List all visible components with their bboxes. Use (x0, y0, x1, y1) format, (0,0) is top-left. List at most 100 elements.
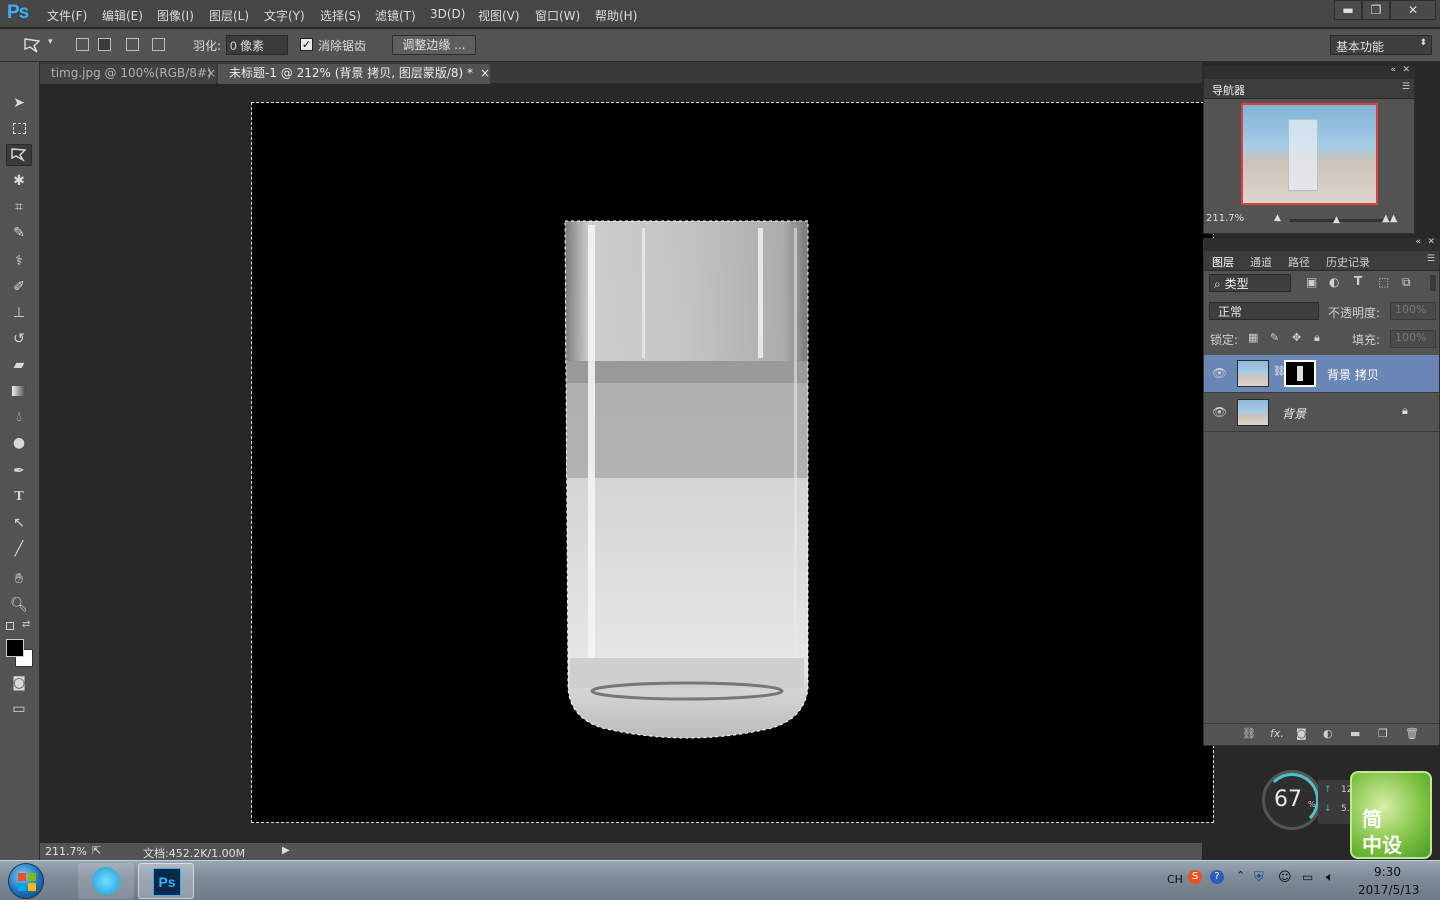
menu-edit[interactable]: 编辑(E) (102, 7, 143, 24)
magic-wand-tool-icon[interactable]: ✱ (6, 170, 32, 192)
tab-paths[interactable]: 路径 (1288, 254, 1310, 270)
tab-channels[interactable]: 通道 (1250, 254, 1272, 270)
tab-untitled[interactable]: 未标题-1 @ 212% (背景 拷贝, 图层蒙版/8) * × (218, 64, 490, 84)
subtract-selection-icon[interactable] (126, 38, 139, 51)
language-indicator[interactable]: CH (1167, 873, 1183, 886)
security-shield-icon[interactable]: ⛨ (1254, 870, 1264, 885)
navigator-thumbnail[interactable] (1241, 103, 1378, 205)
speed-widget[interactable]: 67 % (1262, 770, 1322, 830)
panel-menu-icon[interactable]: ☰ (1402, 82, 1410, 92)
filter-type-icon[interactable]: T (1354, 274, 1362, 288)
dodge-tool-icon[interactable]: ● (6, 432, 32, 454)
healing-brush-tool-icon[interactable]: ⚕ (6, 250, 32, 272)
lock-image-icon[interactable]: ✎ (1270, 331, 1279, 344)
preset-dropdown-icon[interactable]: ▾ (48, 37, 53, 47)
layer-row-background-copy[interactable]: 👁︎ ⛓︎ 背景 拷贝 (1204, 355, 1439, 393)
zoom-tool-icon[interactable]: 🔍︎ (6, 594, 32, 616)
tray-expand-icon[interactable]: ⌃ (1236, 869, 1245, 882)
new-group-icon[interactable]: ▬ (1350, 727, 1360, 740)
minimize-button[interactable]: ▬ (1334, 0, 1362, 20)
line-tool-icon[interactable]: ╱ (6, 538, 32, 560)
zoom-out-icon[interactable]: ▲ (1274, 213, 1281, 223)
tab-navigator[interactable]: 导航器 (1212, 82, 1245, 98)
layer-mask-thumbnail[interactable] (1284, 360, 1316, 387)
zoom-slider-track[interactable] (1290, 219, 1394, 222)
close-window-button[interactable]: ✕ (1390, 0, 1436, 20)
menu-image[interactable]: 图像(I) (157, 7, 194, 24)
polygonal-lasso-preset-icon[interactable] (22, 35, 44, 55)
foreground-color-swatch[interactable] (6, 639, 24, 657)
clock-date[interactable]: 2017/5/13 (1358, 883, 1420, 897)
menu-view[interactable]: 视图(V) (478, 7, 520, 24)
status-menu-icon[interactable]: ▶ (282, 845, 290, 856)
workspace-select[interactable]: 基本功能 ⬍ (1330, 35, 1432, 55)
filter-adjustment-icon[interactable]: ◐ (1329, 275, 1339, 289)
eyedropper-tool-icon[interactable]: ✎ (6, 222, 32, 244)
menu-type[interactable]: 文字(Y) (264, 7, 305, 24)
add-selection-icon[interactable] (98, 38, 111, 51)
marquee-tool-icon[interactable] (6, 118, 32, 140)
menu-window[interactable]: 窗口(W) (535, 7, 580, 24)
pen-tool-icon[interactable]: ✒ (6, 460, 32, 482)
export-icon[interactable]: ⇱ (92, 844, 101, 857)
close-tab-icon[interactable]: × (480, 64, 490, 83)
lock-position-icon[interactable]: ✥ (1292, 331, 1301, 344)
panel-collapse-bar[interactable]: « ✕ (1204, 65, 1414, 79)
close-panel-icon[interactable]: ✕ (1402, 65, 1410, 75)
refine-edge-button[interactable]: 调整边缘 ... (392, 35, 476, 55)
visibility-eye-icon[interactable]: 👁︎ (1212, 366, 1227, 380)
collapse-icon[interactable]: « (1415, 237, 1421, 247)
quick-mask-icon[interactable]: ◙ (6, 672, 32, 694)
menu-filter[interactable]: 滤镜(T) (375, 7, 416, 24)
qq-icon[interactable]: ☺ (1278, 870, 1292, 885)
menu-select[interactable]: 选择(S) (320, 7, 361, 24)
help-icon[interactable]: ? (1210, 870, 1224, 884)
screen-mode-icon[interactable]: ▭ (6, 698, 32, 720)
lock-all-icon[interactable]: 🔒︎ (1314, 331, 1320, 345)
fx-icon[interactable]: fx. (1270, 727, 1284, 740)
filter-kind-select[interactable]: ⌕ 类型 (1209, 274, 1291, 292)
feather-input[interactable] (226, 35, 288, 55)
new-layer-icon[interactable]: ❐ (1378, 727, 1388, 740)
sogou-icon[interactable]: S (1188, 870, 1202, 884)
close-panel-icon[interactable]: ✕ (1427, 237, 1435, 247)
filter-toggle[interactable] (1430, 275, 1436, 291)
blur-tool-icon[interactable]: 💧︎ (6, 406, 32, 428)
history-brush-tool-icon[interactable]: ↺ (6, 328, 32, 350)
zoom-readout[interactable]: 211.7% (45, 845, 87, 858)
zoom-slider-thumb[interactable]: ▲ (1333, 215, 1340, 225)
default-colors-icon[interactable] (6, 622, 14, 630)
lock-transparent-icon[interactable]: ▦ (1248, 331, 1258, 344)
tab-history[interactable]: 历史记录 (1326, 254, 1370, 270)
intersect-selection-icon[interactable] (152, 38, 165, 51)
filter-shape-icon[interactable]: ⬚ (1378, 275, 1389, 289)
menu-layer[interactable]: 图层(L) (209, 7, 249, 24)
menu-help[interactable]: 帮助(H) (595, 7, 637, 24)
antialias-checkbox[interactable]: ✓ (300, 38, 313, 51)
hand-tool-icon[interactable]: ✋︎ (6, 568, 32, 590)
layer-name[interactable]: 背景 (1282, 405, 1306, 422)
move-tool-icon[interactable]: ➤ (6, 92, 32, 114)
start-button[interactable] (8, 863, 44, 899)
filter-pixel-icon[interactable]: ▣ (1306, 275, 1317, 289)
link-layers-icon[interactable]: ⛓︎ (1242, 727, 1256, 740)
clock-time[interactable]: 9:30 (1374, 865, 1401, 879)
zoom-in-icon[interactable]: ▲▲ (1382, 213, 1397, 224)
swap-colors-icon[interactable]: ⇄ (22, 619, 30, 630)
clone-stamp-tool-icon[interactable]: ⊥ (6, 302, 32, 324)
type-tool-icon[interactable]: T (6, 486, 32, 508)
crop-tool-icon[interactable]: ⌗ (6, 196, 32, 218)
opacity-input[interactable]: 100% (1390, 302, 1436, 320)
jianzhongshe-badge[interactable]: 简 中设 (1350, 771, 1432, 859)
fill-input[interactable]: 100% (1390, 330, 1436, 348)
adjustment-layer-icon[interactable]: ◐ (1323, 727, 1333, 740)
filter-smart-object-icon[interactable]: ⧉ (1402, 275, 1411, 290)
layer-row-background[interactable]: 👁︎ 背景 🔒︎ (1204, 394, 1439, 432)
menu-3d[interactable]: 3D(D) (430, 7, 465, 21)
taskbar-photoshop-button[interactable]: Ps (138, 863, 194, 899)
restore-button[interactable]: ❐ (1362, 0, 1390, 20)
path-selection-tool-icon[interactable]: ↖ (6, 512, 32, 534)
close-tab-icon[interactable]: × (206, 64, 216, 83)
collapse-icon[interactable]: « (1390, 65, 1396, 75)
panel-collapse-bar[interactable]: « ✕ (1204, 237, 1439, 251)
